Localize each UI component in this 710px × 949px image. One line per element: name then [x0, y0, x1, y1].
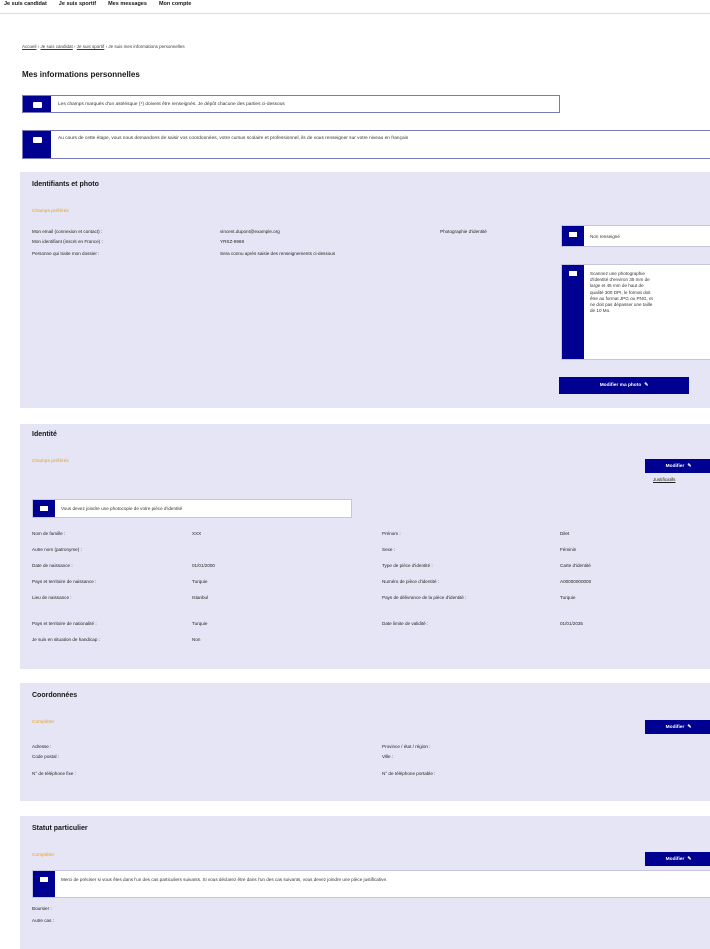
- id-notice-box: Vous devez joindre une photocopie de vot…: [32, 499, 352, 518]
- edit-status-button[interactable]: Modifier ✎: [645, 852, 710, 866]
- required-fields-alert: Les champs marqués d'un astérisque (*) d…: [22, 95, 560, 113]
- birthdate-value: 01/01/2000: [192, 563, 215, 568]
- nationality-label: Pays et territoire de nationalité :: [32, 621, 97, 626]
- region-label: Province / état / région :: [382, 744, 431, 749]
- other-case-label: Autre cas :: [32, 918, 54, 923]
- birthcountry-value: Turquie: [192, 579, 208, 584]
- email-label: Mon email (connexion et contact) :: [32, 229, 103, 234]
- identifier-value: YRSZ-9969: [220, 239, 245, 244]
- info-icon: [33, 871, 55, 897]
- identifiants-section: Identifiants et photo Champs préférés Mo…: [20, 172, 710, 408]
- sex-value: Féminin: [560, 547, 577, 552]
- coordonnees-title: Coordonnées: [32, 692, 78, 699]
- statut-title: Statut particulier: [32, 825, 88, 832]
- identite-hint: Champs préférés: [32, 459, 69, 464]
- pencil-icon: ✎: [644, 383, 649, 388]
- identite-section: Identité Champs préférés Modifier ✎ Just…: [20, 424, 710, 669]
- breadcrumb: Accueil › Je suis candidat › Je suis spo…: [22, 44, 185, 49]
- photo-label: Photographie d'identité: [440, 229, 487, 234]
- edit-identity-button[interactable]: Modifier ✎: [645, 459, 710, 473]
- pencil-icon: ✎: [687, 463, 692, 469]
- top-navigation: Je suis candidat Je suis sportif Mes mes…: [0, 0, 710, 14]
- firstname-label: Prénom :: [382, 531, 401, 536]
- birthdate-label: Date de naissance :: [32, 563, 73, 568]
- handicap-label: Je suis en situation de handicap :: [32, 637, 100, 642]
- birthplace-value: Istanbul: [192, 595, 209, 600]
- landline-label: N° de téléphone fixe :: [32, 771, 76, 776]
- identifiants-hint: Champs préférés: [32, 209, 69, 214]
- firstname-value: Dilet: [560, 531, 570, 536]
- info-icon: [33, 500, 55, 517]
- lastname-value: XXX: [192, 531, 202, 536]
- justificatifs-link[interactable]: Justificatifs: [653, 477, 675, 482]
- identifiants-title: Identifiants et photo: [32, 181, 99, 188]
- pencil-icon: ✎: [687, 856, 692, 862]
- birthplace-label: Lieu de naissance :: [32, 595, 72, 600]
- mobile-label: N° de téléphone portable :: [382, 771, 436, 776]
- identite-title: Identité: [32, 431, 57, 438]
- address-label: Adresse :: [32, 744, 52, 749]
- birthcountry-label: Pays et territoire de naissance :: [32, 579, 97, 584]
- edit-photo-button[interactable]: Modifier ma photo ✎: [559, 377, 689, 394]
- breadcrumb-current: Je suis mes informations personnelles: [108, 44, 185, 49]
- expiry-label: Date limite de validité :: [382, 621, 429, 626]
- breadcrumb-sportif[interactable]: Je suis sportif: [77, 44, 105, 49]
- lastname-label: Nom de famille :: [32, 531, 66, 536]
- idcountry-label: Pays de délivrance de la pièce d'identit…: [382, 595, 467, 600]
- photo-status-box: Non renseigné: [561, 225, 710, 247]
- postalcode-label: Code postal :: [32, 754, 60, 759]
- info-icon: [23, 131, 51, 158]
- coordonnees-section: Coordonnées Compléter Modifier ✎ Adresse…: [20, 683, 710, 801]
- nationality-value: Turquie: [192, 621, 208, 626]
- info-icon: [562, 265, 584, 359]
- photo-help: Scannez une photographie d'identité d'en…: [590, 271, 653, 314]
- handler-value: Sera connu après saisie des renseignemen…: [220, 251, 336, 256]
- breadcrumb-home[interactable]: Accueil: [22, 44, 37, 49]
- identifier-label: Mon identifiant (inscrit en France) :: [32, 239, 103, 244]
- sex-label: Sexe :: [382, 547, 396, 552]
- idtype-value: Carte d'identité: [560, 563, 591, 568]
- idcountry-value: Turquie: [560, 595, 576, 600]
- pencil-icon: ✎: [687, 724, 692, 730]
- status-notice-box: Merci de préciser si vous êtes dans l'un…: [32, 870, 710, 898]
- statut-section: Statut particulier Compléter Modifier ✎ …: [20, 816, 710, 949]
- expiry-value: 01/01/2035: [560, 621, 583, 626]
- page-title: Mes informations personnelles: [22, 70, 140, 79]
- info-icon: [23, 96, 51, 112]
- city-label: Ville :: [382, 754, 394, 759]
- french-level-alert: Au cours de cette étape, vous nous deman…: [22, 130, 710, 159]
- idtype-label: Type de pièce d'identité :: [382, 563, 433, 568]
- nav-candidat[interactable]: Je suis candidat: [4, 0, 47, 8]
- othername-label: Autre nom (patronyme) :: [32, 547, 82, 552]
- edit-contact-button[interactable]: Modifier ✎: [645, 720, 710, 734]
- idnumber-value: A00000000000: [560, 579, 592, 584]
- handler-label: Personne qui traite mon dossier :: [32, 251, 100, 256]
- handicap-value: Non: [192, 637, 201, 642]
- photo-help-box: Scannez une photographie d'identité d'en…: [561, 264, 710, 360]
- nav-sportif[interactable]: Je suis sportif: [59, 0, 96, 8]
- boursier-label: Boursier :: [32, 906, 52, 911]
- coordonnees-hint: Compléter: [32, 720, 55, 725]
- breadcrumb-candidat[interactable]: Je suis candidat: [41, 44, 73, 49]
- image-icon: [562, 226, 584, 246]
- idnumber-label: Numéro de pièce d'identité :: [382, 579, 440, 584]
- photo-status: Non renseigné: [590, 234, 620, 239]
- email-value: vincent.dupont@example.org: [220, 229, 280, 234]
- statut-hint: Compléter: [32, 853, 55, 858]
- nav-compte[interactable]: Mon compte: [159, 0, 191, 8]
- nav-messages[interactable]: Mes messages: [108, 0, 147, 8]
